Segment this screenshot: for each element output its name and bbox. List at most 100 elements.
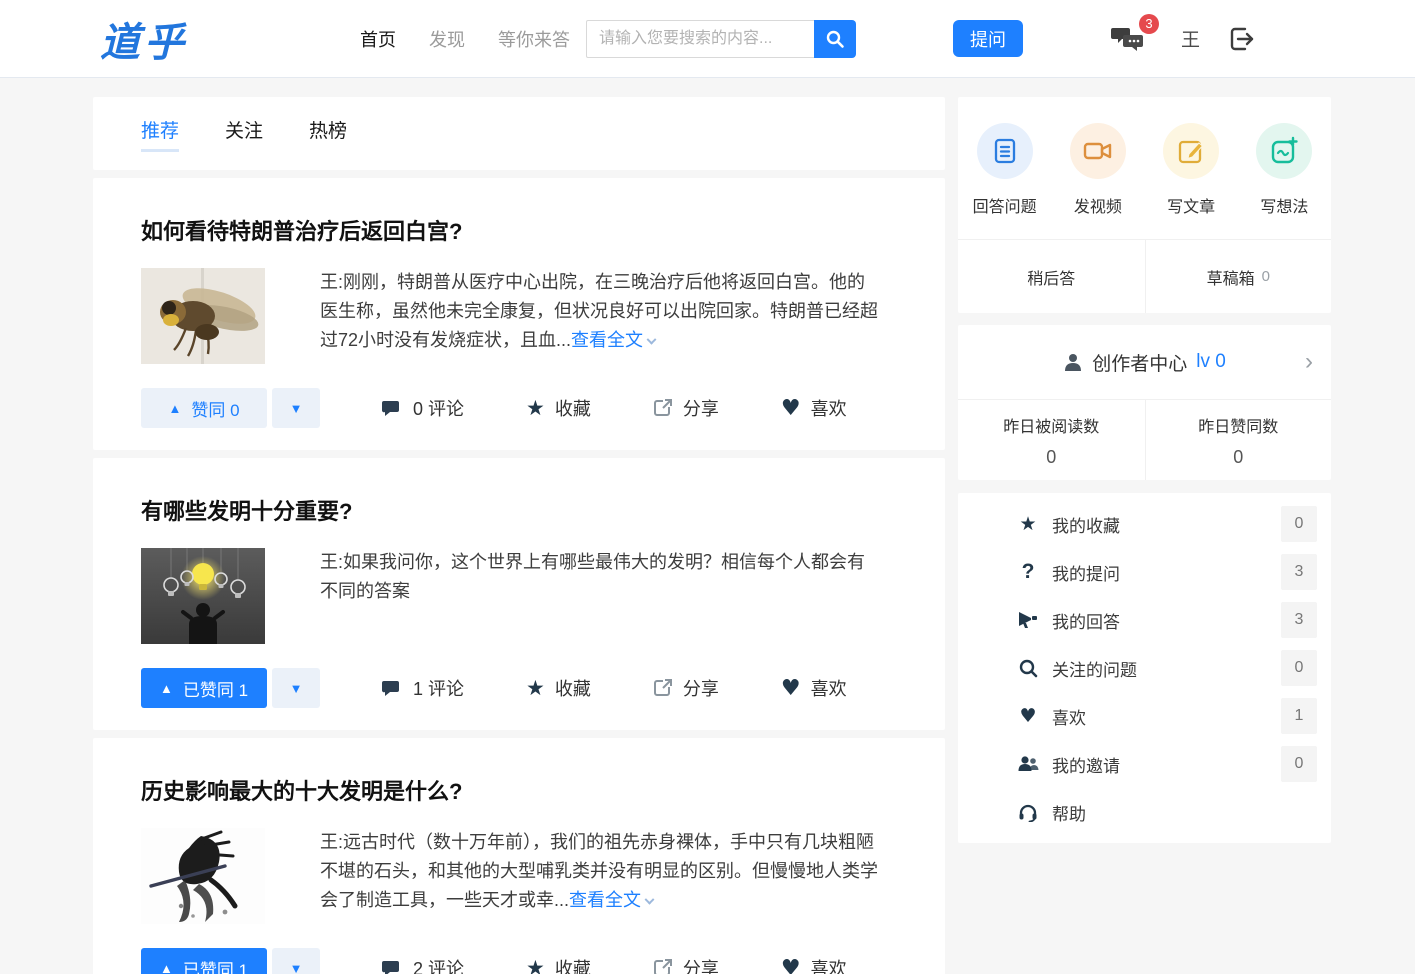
tab-hot-list[interactable]: 热榜 bbox=[309, 116, 347, 152]
share-button[interactable]: 分享 bbox=[653, 955, 719, 974]
menu-label: 我的回答 bbox=[1052, 608, 1281, 633]
like-label: 喜欢 bbox=[811, 395, 847, 421]
menu-count-badge: 1 bbox=[1281, 698, 1317, 734]
menu-label: 我的邀请 bbox=[1052, 752, 1281, 777]
username-link[interactable]: 王 bbox=[1181, 25, 1200, 52]
upvote-button[interactable]: ▲已赞同 1 bbox=[141, 668, 267, 708]
like-button[interactable]: ♥ 喜欢 bbox=[781, 395, 847, 421]
collect-label: 收藏 bbox=[555, 955, 591, 974]
sidebar-item-my-collections[interactable]: ★ 我的收藏 0 bbox=[958, 500, 1331, 548]
logout-button[interactable] bbox=[1226, 24, 1256, 54]
search-button[interactable] bbox=[814, 20, 856, 58]
creator-action-label: 写文章 bbox=[1167, 193, 1215, 217]
answer-later-label: 稍后答 bbox=[1027, 265, 1075, 289]
upvote-button[interactable]: ▲已赞同 1 bbox=[141, 948, 267, 974]
nav-item-waiting-answer[interactable]: 等你来答 bbox=[498, 26, 570, 52]
answer-question-action[interactable]: 回答问题 bbox=[958, 123, 1051, 217]
star-icon: ★ bbox=[526, 396, 545, 420]
notifications-button[interactable]: 3 bbox=[1111, 24, 1147, 54]
comments-button[interactable]: 0 评论 bbox=[382, 395, 464, 421]
tab-following[interactable]: 关注 bbox=[225, 116, 263, 152]
menu-count-badge: 0 bbox=[1281, 650, 1317, 686]
question-actions: ▲赞同 0 ▼ 0 评论 ★ 收藏 分享 ♥ 喜欢 bbox=[141, 388, 897, 428]
collect-button[interactable]: ★ 收藏 bbox=[526, 395, 591, 421]
comments-label: 0 评论 bbox=[413, 395, 464, 421]
heart-icon: ♥ bbox=[781, 396, 801, 421]
top-navbar: 道乎 首页 发现 等你来答 提问 3 王 bbox=[0, 0, 1415, 78]
creator-center-label: 创作者中心 bbox=[1092, 349, 1187, 376]
like-button[interactable]: ♥喜欢 bbox=[781, 675, 847, 701]
collect-label: 收藏 bbox=[555, 675, 591, 701]
collect-label: 收藏 bbox=[555, 395, 591, 421]
sidebar-item-help[interactable]: 帮助 bbox=[958, 788, 1331, 836]
comments-button[interactable]: 1 评论 bbox=[382, 675, 464, 701]
question-title[interactable]: 如何看待特朗普治疗后返回白宫? bbox=[141, 214, 897, 246]
like-button[interactable]: ♥喜欢 bbox=[781, 955, 847, 974]
sidebar-item-my-questions[interactable]: ? 我的提问 3 bbox=[958, 548, 1331, 596]
site-logo[interactable]: 道乎 bbox=[100, 10, 188, 68]
question-excerpt: 王:远古时代（数十万年前），我们的祖先赤身裸体，手中只有几块粗陋不堪的石头，和其… bbox=[320, 828, 880, 924]
excerpt-text: 王:如果我问你，这个世界上有哪些最伟大的发明？相信每个人都会有不同的答案 bbox=[320, 552, 865, 601]
collect-button[interactable]: ★收藏 bbox=[526, 955, 591, 974]
downvote-button[interactable]: ▼ bbox=[272, 668, 320, 708]
document-icon bbox=[977, 123, 1033, 179]
ask-question-button[interactable]: 提问 bbox=[953, 20, 1023, 57]
collect-button[interactable]: ★收藏 bbox=[526, 675, 591, 701]
question-icon: ? bbox=[1015, 560, 1041, 584]
stat-label: 昨日被阅读数 bbox=[1003, 413, 1099, 437]
search-icon bbox=[1015, 658, 1041, 678]
question-card: 历史影响最大的十大发明是什么? bbox=[93, 738, 945, 974]
nav-item-discover[interactable]: 发现 bbox=[429, 26, 465, 52]
comments-label: 1 评论 bbox=[413, 675, 464, 701]
feed-column: 推荐 关注 热榜 如何看待特朗普治疗后返回白宫? bbox=[93, 97, 945, 974]
share-button[interactable]: 分享 bbox=[653, 675, 719, 701]
sidebar-item-followed-questions[interactable]: 关注的问题 0 bbox=[958, 644, 1331, 692]
menu-label: 关注的问题 bbox=[1052, 656, 1281, 681]
question-title[interactable]: 历史影响最大的十大发明是什么? bbox=[141, 774, 897, 806]
menu-count-badge: 0 bbox=[1281, 746, 1317, 782]
draft-count: 0 bbox=[1262, 268, 1270, 285]
sidebar-item-likes[interactable]: ♥ 喜欢 1 bbox=[958, 692, 1331, 740]
stat-value: 0 bbox=[1046, 447, 1056, 468]
comment-icon bbox=[382, 399, 403, 418]
share-button[interactable]: 分享 bbox=[653, 395, 719, 421]
personal-menu-card: ★ 我的收藏 0 ? 我的提问 3 我的回答 3 关注的问题 bbox=[958, 493, 1331, 843]
question-thumbnail-ink-warrior[interactable] bbox=[141, 828, 265, 924]
post-video-action[interactable]: 发视频 bbox=[1051, 123, 1144, 217]
answer-later-button[interactable]: 稍后答 bbox=[958, 240, 1145, 313]
tab-recommended[interactable]: 推荐 bbox=[141, 116, 179, 152]
write-idea-icon bbox=[1256, 123, 1312, 179]
star-icon: ★ bbox=[1015, 513, 1041, 535]
menu-count-badge: 0 bbox=[1281, 506, 1317, 542]
read-more-link[interactable]: 查看全文 bbox=[569, 890, 653, 910]
search-input[interactable] bbox=[586, 20, 814, 58]
question-card: 如何看待特朗普治疗后返回白宫? bbox=[93, 178, 945, 450]
comments-label: 2 评论 bbox=[413, 955, 464, 974]
creator-center-link[interactable]: 创作者中心 lv 0 › bbox=[958, 325, 1331, 399]
question-thumbnail-lightbulbs[interactable] bbox=[141, 548, 265, 644]
downvote-button[interactable]: ▼ bbox=[272, 948, 320, 974]
upvote-button[interactable]: ▲赞同 0 bbox=[141, 388, 267, 428]
read-more-link[interactable]: 查看全文 bbox=[571, 330, 655, 350]
write-idea-action[interactable]: 写想法 bbox=[1238, 123, 1331, 217]
question-excerpt: 王:如果我问你，这个世界上有哪些最伟大的发明？相信每个人都会有不同的答案 bbox=[320, 548, 880, 644]
creator-action-label: 回答问题 bbox=[973, 193, 1037, 217]
downvote-button[interactable]: ▼ bbox=[272, 388, 320, 428]
comments-button[interactable]: 2 评论 bbox=[382, 955, 464, 974]
sidebar-item-my-invitations[interactable]: 我的邀请 0 bbox=[958, 740, 1331, 788]
creator-action-label: 写想法 bbox=[1260, 193, 1308, 217]
draft-box-button[interactable]: 草稿箱 0 bbox=[1145, 240, 1332, 313]
draft-box-label: 草稿箱 bbox=[1207, 265, 1255, 289]
stat-label: 昨日赞同数 bbox=[1198, 413, 1278, 437]
upvote-label: 已赞同 1 bbox=[183, 676, 248, 701]
question-title[interactable]: 有哪些发明十分重要? bbox=[141, 494, 897, 526]
creator-stats: 昨日被阅读数 0 昨日赞同数 0 bbox=[958, 399, 1331, 480]
nav-item-home[interactable]: 首页 bbox=[360, 26, 396, 52]
headset-icon bbox=[1015, 803, 1041, 822]
main-nav: 首页 发现 等你来答 bbox=[360, 26, 570, 52]
upvote-icon: ▲ bbox=[168, 401, 181, 416]
write-article-action[interactable]: 写文章 bbox=[1145, 123, 1238, 217]
question-thumbnail-fly[interactable] bbox=[141, 268, 265, 364]
sidebar-item-my-answers[interactable]: 我的回答 3 bbox=[958, 596, 1331, 644]
question-actions: ▲已赞同 1 ▼ 2 评论 ★收藏 分享 ♥喜欢 bbox=[141, 948, 897, 974]
